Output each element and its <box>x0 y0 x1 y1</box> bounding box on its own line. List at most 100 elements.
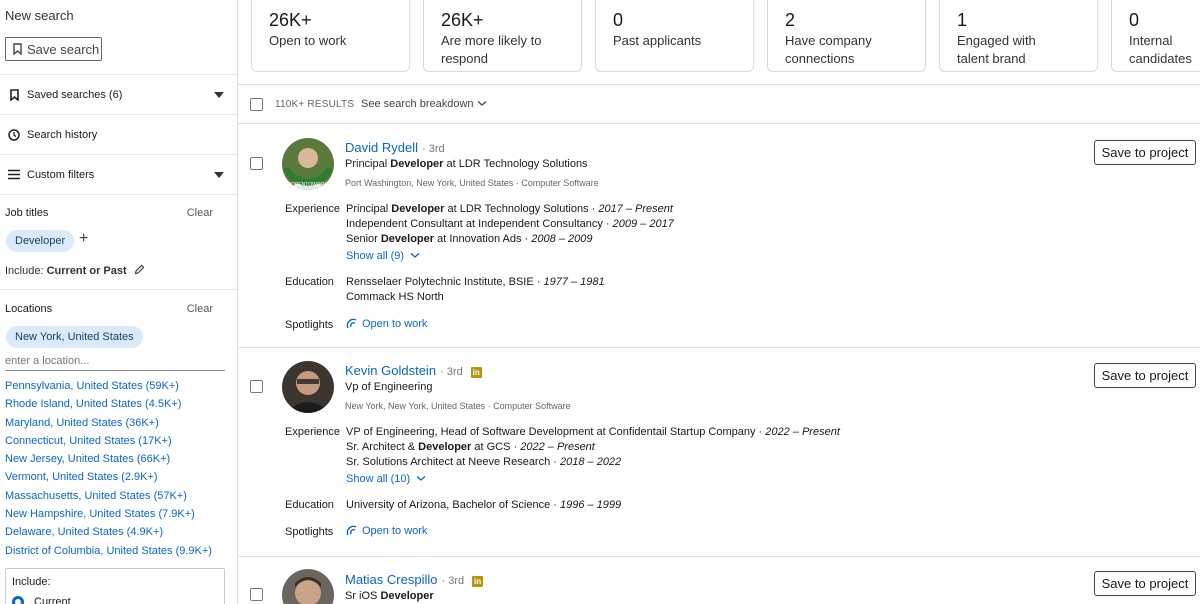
search-history-link[interactable]: Search history <box>0 114 237 154</box>
headline-keyword: Developer <box>380 590 434 602</box>
exp-text: VP of Engineering, Head of Software Deve… <box>346 426 766 438</box>
exp-text: Principal <box>346 203 392 215</box>
exp-text: at LDR Technology Solutions · <box>444 203 599 215</box>
filters-sidebar: New search Save search Saved searches (6… <box>0 0 238 604</box>
candidate-location: Port Washington, New York, United States… <box>345 178 599 188</box>
saved-searches-label: Saved searches (6) <box>27 88 123 101</box>
candidate-name: Kevin Goldstein <box>345 363 437 378</box>
stat-card-past-applicants[interactable]: 0 Past applicants <box>595 0 754 72</box>
location-suggestion[interactable]: Rhode Island, United States (4.5K+) <box>5 396 212 414</box>
location-suggestion[interactable]: Massachusetts, United States (57K+) <box>5 488 212 506</box>
chevron-down-icon <box>410 253 420 258</box>
save-search-label: Save search <box>27 41 100 57</box>
include-current-radio[interactable]: Current <box>12 596 218 604</box>
education-item: University of Arizona, Bachelor of Scien… <box>346 499 621 511</box>
education-label: Education <box>285 276 334 288</box>
exp-dates: 2022 – Present <box>520 441 595 453</box>
exp-text: Sr. Solutions Architect at Neeve Researc… <box>346 456 560 468</box>
show-all-label: Show all (10) <box>346 473 411 485</box>
stat-card-company-connections[interactable]: 2 Have company connections <box>767 0 926 72</box>
job-titles-heading: Job titles <box>5 207 49 219</box>
add-job-title-icon[interactable]: + <box>79 230 88 248</box>
edu-text: University of Arizona, Bachelor of Scien… <box>346 499 560 511</box>
exp-keyword: Developer <box>380 233 435 245</box>
stat-card-internal-candidates[interactable]: 0 Internal candidates <box>1111 0 1200 72</box>
location-input[interactable] <box>5 352 225 371</box>
results-header: 110K+ RESULTS See search breakdown <box>238 84 1200 124</box>
job-titles-clear-button[interactable]: Clear <box>187 207 213 219</box>
exp-text: at GCS · <box>471 441 521 453</box>
open-to-work-icon <box>346 525 357 536</box>
avatar[interactable] <box>282 361 334 413</box>
divider <box>0 289 237 290</box>
connection-degree: · 3rd <box>421 143 445 155</box>
save-to-project-button[interactable]: Save to project <box>1094 363 1196 388</box>
location-suggestion[interactable]: Maryland, United States (36K+) <box>5 415 212 433</box>
location-suggestion[interactable]: Connecticut, United States (17K+) <box>5 433 212 451</box>
stat-card-likely-to-respond[interactable]: 26K+ Are more likely to respond <box>423 0 582 72</box>
candidate-headline: Vp of Engineering <box>345 381 432 393</box>
stat-number: 26K+ <box>269 10 312 30</box>
spotlight-label: Open to work <box>362 525 428 537</box>
education-label: Education <box>285 499 334 511</box>
select-all-checkbox[interactable] <box>250 98 263 111</box>
linkedin-badge-icon: in <box>470 367 482 378</box>
location-suggestion[interactable]: Vermont, United States (2.9K+) <box>5 469 212 487</box>
open-to-work-spotlight[interactable]: Open to work <box>346 525 427 537</box>
location-suggestion[interactable]: District of Columbia, United States (9.9… <box>5 543 212 561</box>
candidate-name: David Rydell <box>345 140 418 155</box>
include-prefix: Include: <box>5 265 44 277</box>
stat-card-talent-brand[interactable]: 1 Engaged with talent brand <box>939 0 1098 72</box>
headline-text: at LDR Technology Solutions <box>443 158 588 170</box>
experience-item: Sr. Architect & Developer at GCS · 2022 … <box>346 441 595 453</box>
candidate-checkbox[interactable] <box>250 588 263 601</box>
candidate-checkbox[interactable] <box>250 157 263 170</box>
headline-text: Vp of Engineering <box>345 381 433 393</box>
location-suggestion[interactable]: Delaware, United States (4.9K+) <box>5 524 212 542</box>
candidate-card: Matias Crespillo · 3rd in Sr iOS Developer… <box>238 557 1200 604</box>
candidate-name-link[interactable]: Kevin Goldstein · 3rd in <box>345 363 482 378</box>
open-to-work-spotlight[interactable]: Open to work <box>346 318 427 330</box>
stat-card-open-to-work[interactable]: 26K+ Open to work <box>251 0 410 72</box>
edu-text: Rensselaer Polytechnic Institute, BSIE · <box>346 276 544 288</box>
exp-keyword: Developer <box>418 441 472 453</box>
search-breakdown-toggle[interactable]: See search breakdown <box>361 98 487 110</box>
candidate-checkbox[interactable] <box>250 380 263 393</box>
job-title-chip[interactable]: Developer <box>6 230 75 252</box>
saved-searches-toggle[interactable]: Saved searches (6) <box>0 74 237 114</box>
exp-text: Senior <box>346 233 381 245</box>
experience-item: Senior Developer at Innovation Ads · 200… <box>346 233 592 245</box>
save-to-project-button[interactable]: Save to project <box>1094 571 1196 596</box>
pencil-icon[interactable] <box>134 264 145 275</box>
location-include-box: Include: Current <box>5 568 225 604</box>
avatar[interactable]: #OPENTOWORK <box>282 138 334 190</box>
caret-down-icon <box>214 92 224 98</box>
locations-heading: Locations <box>5 303 53 315</box>
location-suggestion[interactable]: Pennsylvania, United States (59K+) <box>5 378 212 396</box>
locations-clear-button[interactable]: Clear <box>187 303 213 315</box>
exp-text: at Innovation Ads · <box>434 233 532 245</box>
experience-item: VP of Engineering, Head of Software Deve… <box>346 426 840 438</box>
divider <box>0 194 237 195</box>
edu-dates: 1996 – 1999 <box>559 499 622 511</box>
show-all-experience-button[interactable]: Show all (10) <box>346 473 426 485</box>
location-suggestion[interactable]: New Jersey, United States (66K+) <box>5 451 212 469</box>
show-all-experience-button[interactable]: Show all (9) <box>346 250 420 262</box>
experience-item: Principal Developer at LDR Technology So… <box>346 203 673 215</box>
location-suggestion[interactable]: New Hampshire, United States (7.9K+) <box>5 506 212 524</box>
edu-dates: 1977 – 1981 <box>543 276 605 288</box>
candidate-headline: Sr iOS Developer <box>345 590 434 602</box>
custom-filters-toggle[interactable]: Custom filters <box>0 154 237 194</box>
sliders-icon <box>7 168 21 182</box>
stat-number: 0 <box>613 10 624 30</box>
avatar[interactable] <box>282 569 334 604</box>
breakdown-label: See search breakdown <box>361 98 474 110</box>
candidate-name-link[interactable]: Matias Crespillo · 3rd in <box>345 572 484 587</box>
candidate-card: #OPENTOWORK David Rydell · 3rd Principal … <box>238 125 1200 348</box>
candidate-name-link[interactable]: David Rydell · 3rd <box>345 140 445 155</box>
save-to-project-button[interactable]: Save to project <box>1094 140 1196 165</box>
exp-dates: 2017 – Present <box>598 203 673 215</box>
location-chip[interactable]: New York, United States <box>6 326 143 348</box>
exp-text: Sr. Architect & <box>346 441 419 453</box>
save-search-button[interactable]: Save search <box>5 37 102 61</box>
